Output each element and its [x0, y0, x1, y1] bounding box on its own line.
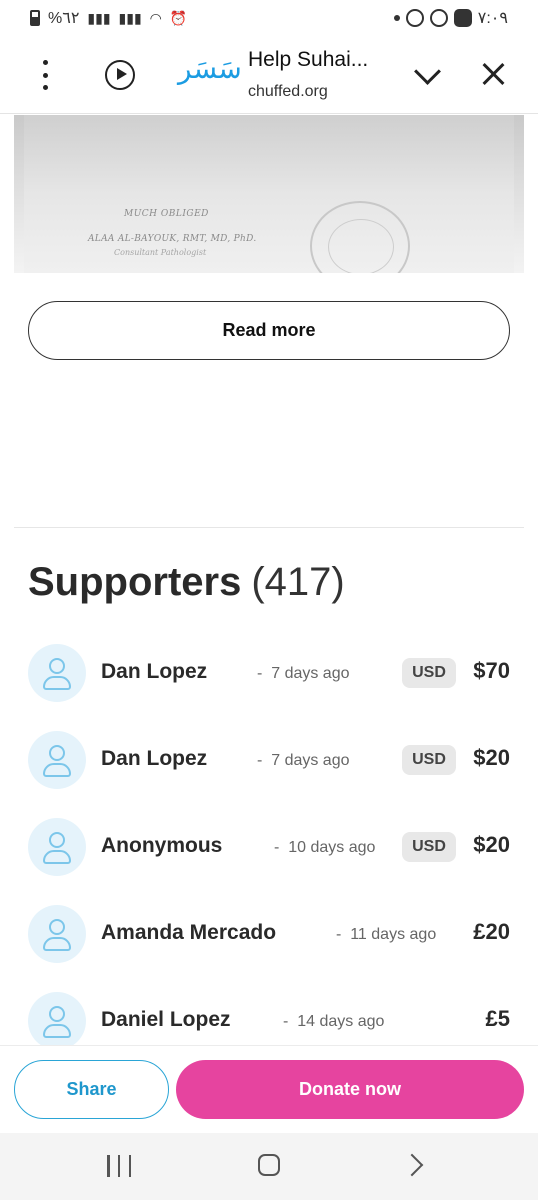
user-icon: [49, 832, 65, 848]
avatar: [28, 818, 86, 876]
document-text-line: MUCH OBLIGED: [124, 209, 209, 219]
avatar: [28, 992, 86, 1050]
supporter-row: Dan Lopez - 7 days ago USD $20: [28, 731, 510, 791]
section-divider: [14, 527, 524, 528]
time-ago: 7 days ago: [271, 752, 350, 769]
user-icon: [49, 658, 65, 674]
donation-amount: $20: [473, 745, 510, 770]
supporter-row: Daniel Lopez - 14 days ago £5: [28, 992, 510, 1052]
battery-icon: [30, 10, 40, 26]
supporter-time: - 11 days ago: [336, 926, 436, 944]
notification-dot-icon: [393, 15, 400, 21]
time-ago: 14 days ago: [297, 1013, 385, 1030]
currency-badge: USD: [402, 745, 456, 775]
supporter-time: - 7 days ago: [257, 665, 350, 683]
supporters-heading: Supporters (417): [28, 560, 345, 605]
share-button[interactable]: Share: [14, 1060, 169, 1119]
supporter-time: - 14 days ago: [283, 1013, 384, 1031]
browser-top-bar: سَسَر Help Suhai... chuffed.org: [0, 36, 538, 114]
chevron-down-icon[interactable]: [411, 58, 443, 90]
status-bar: %٦٢ ▮▮▮ ▮▮▮ ◠ ⏰ ٧:٠٩: [0, 0, 538, 36]
supporter-time: - 7 days ago: [257, 752, 350, 770]
status-left: %٦٢ ▮▮▮ ▮▮▮ ◠ ⏰: [30, 8, 187, 28]
signal-icon: ▮▮▮: [87, 9, 111, 26]
user-icon: [49, 745, 65, 761]
avatar: [28, 644, 86, 702]
system-navigation-bar: [0, 1133, 538, 1200]
alarm-icon: ⏰: [169, 9, 188, 26]
supporters-title: Supporters: [28, 560, 242, 604]
separator: -: [274, 839, 280, 856]
donation-amount: £5: [485, 1006, 510, 1031]
page-domain: chuffed.org: [248, 83, 328, 100]
donation-amount: $20: [473, 832, 510, 857]
whatsapp-icon: [429, 9, 448, 27]
user-icon-body: [43, 763, 71, 777]
donation-amount: £20: [473, 919, 510, 944]
battery-level: %٦٢: [48, 10, 80, 27]
time-ago: 11 days ago: [350, 926, 437, 943]
avatar: [28, 905, 86, 963]
supporter-name: Amanda Mercado: [101, 921, 277, 944]
action-bar: Share Donate now: [0, 1045, 538, 1133]
app-notification-icon: [453, 9, 472, 27]
currency-badge: USD: [402, 832, 456, 862]
document-paper: [24, 115, 514, 273]
more-options-icon[interactable]: [32, 60, 58, 90]
user-icon: [49, 919, 65, 935]
user-icon-body: [43, 850, 71, 864]
user-icon: [49, 1006, 65, 1022]
back-icon[interactable]: [400, 1153, 424, 1177]
time-ago: 7 days ago: [271, 665, 350, 682]
messenger-icon: [405, 9, 424, 27]
read-more-button[interactable]: Read more: [28, 301, 510, 360]
document-text-line: ALAA AL-BAYOUK, RMT, MD, PhD.: [88, 234, 257, 244]
play-icon[interactable]: [105, 60, 135, 90]
signal-icon-2: ▮▮▮: [118, 9, 142, 26]
currency-badge: USD: [402, 658, 456, 688]
supporters-count: (417): [251, 560, 345, 604]
supporter-row: Anonymous - 10 days ago USD $20: [28, 818, 510, 878]
wifi-icon: ◠: [149, 9, 162, 26]
document-text-line: Consultant Pathologist: [114, 248, 207, 257]
donation-amount: $70: [473, 658, 510, 683]
brand-logo: سَسَر: [178, 52, 242, 85]
campaign-document-image: MUCH OBLIGED ALAA AL-BAYOUK, RMT, MD, Ph…: [14, 115, 524, 273]
page-title: Help Suhai...: [248, 48, 369, 71]
avatar: [28, 731, 86, 789]
donate-now-button[interactable]: Donate now: [176, 1060, 524, 1119]
user-icon-body: [43, 676, 71, 690]
supporter-name: Dan Lopez: [101, 747, 208, 770]
supporter-row: Dan Lopez - 7 days ago USD $70: [28, 644, 510, 704]
home-icon[interactable]: [258, 1154, 280, 1176]
clock: ٧:٠٩: [477, 10, 508, 27]
supporter-name: Daniel Lopez: [101, 1008, 231, 1031]
user-icon-body: [43, 937, 71, 951]
time-ago: 10 days ago: [288, 839, 376, 856]
status-right: ٧:٠٩: [393, 8, 508, 28]
separator: -: [283, 1013, 289, 1030]
separator: -: [336, 926, 342, 943]
separator: -: [257, 752, 263, 769]
supporter-name: Anonymous: [101, 834, 223, 857]
supporter-time: - 10 days ago: [274, 839, 375, 857]
recent-apps-icon[interactable]: [107, 1155, 131, 1177]
close-icon[interactable]: [478, 58, 510, 90]
supporter-name: Dan Lopez: [101, 660, 208, 683]
user-icon-body: [43, 1024, 71, 1038]
separator: -: [257, 665, 263, 682]
supporter-row: Amanda Mercado - 11 days ago £20: [28, 905, 510, 965]
